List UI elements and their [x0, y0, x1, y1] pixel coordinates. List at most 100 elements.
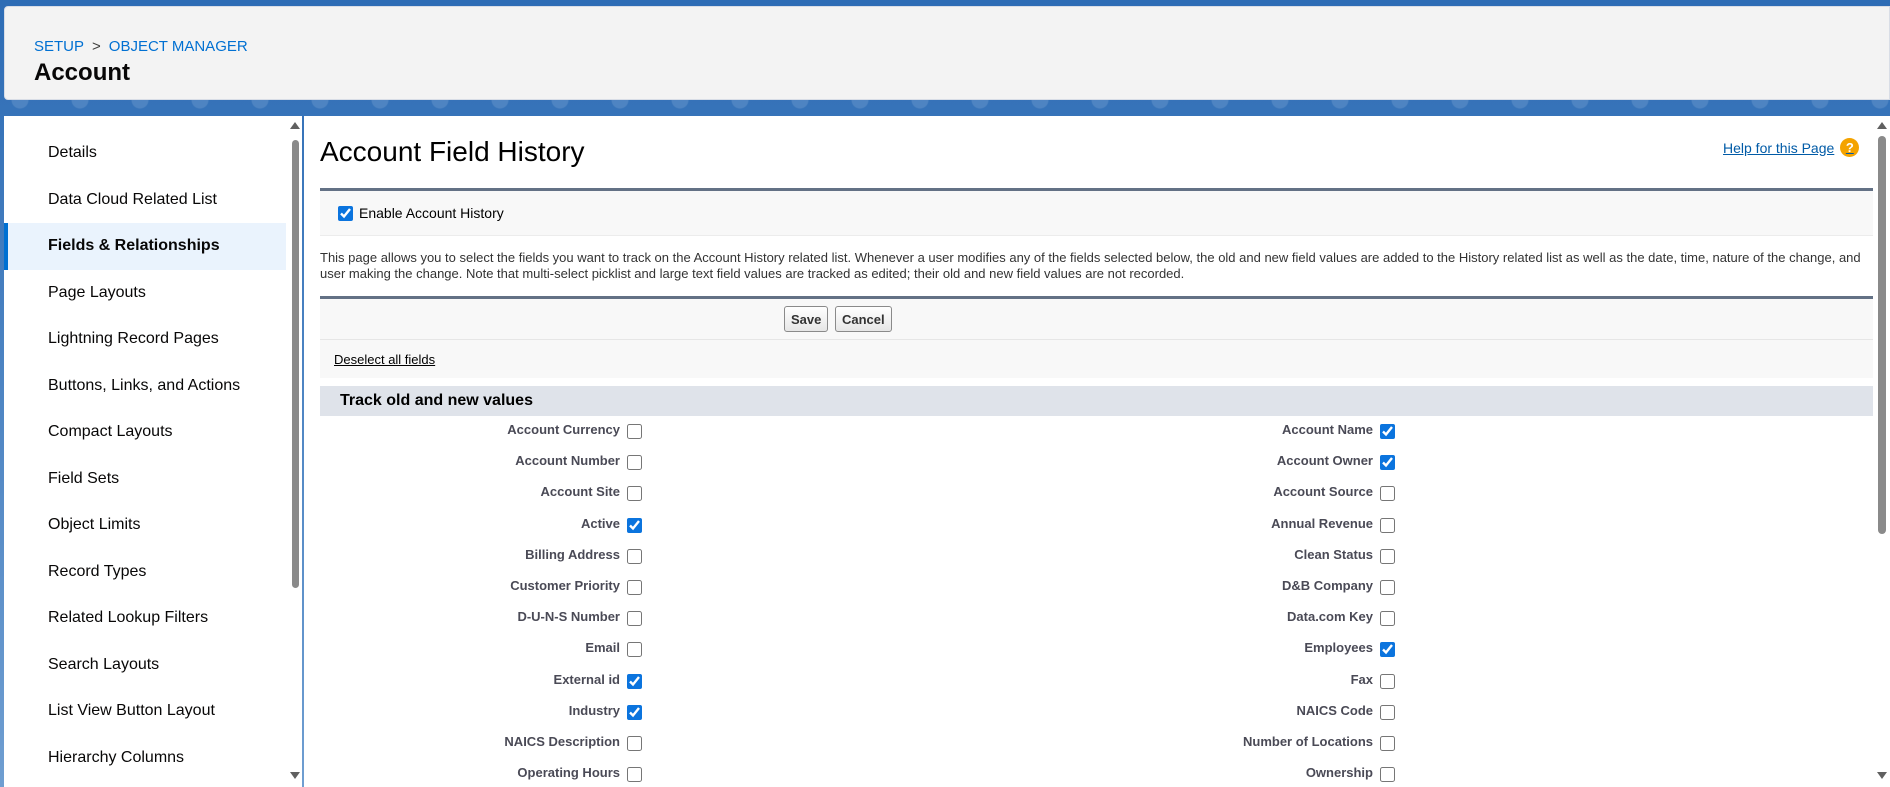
- field-label: Account Number: [515, 453, 620, 469]
- cancel-button[interactable]: Cancel: [835, 306, 892, 332]
- field-track-checkbox[interactable]: [627, 611, 642, 627]
- object-header: SETUP > OBJECT MANAGER Account: [4, 6, 1890, 100]
- field-track-checkbox[interactable]: [1380, 548, 1395, 564]
- sidebar-item-list-view-button-layout[interactable]: List View Button Layout: [4, 688, 286, 735]
- sidebar-item-label: Related Lookup Filters: [48, 609, 209, 627]
- field-row: Industry NAICS Code: [320, 701, 1873, 732]
- field-label: Industry: [568, 702, 620, 718]
- sidebar-item-label: Record Types: [48, 562, 147, 580]
- sidebar-item-data-cloud-related-list[interactable]: Data Cloud Related List: [4, 177, 286, 224]
- sidebar-item-related-lookup-filters[interactable]: Related Lookup Filters: [4, 595, 286, 642]
- sidebar-scrollbar[interactable]: [288, 116, 302, 787]
- scroll-down-icon[interactable]: [290, 772, 300, 779]
- field-track-checkbox[interactable]: [1380, 455, 1395, 471]
- field-label: External id: [553, 671, 620, 687]
- sidebar-item-label: Search Layouts: [48, 655, 160, 673]
- field-track-checkbox[interactable]: [1380, 735, 1395, 751]
- field-label: Account Name: [1281, 422, 1373, 437]
- field-track-checkbox[interactable]: [627, 767, 642, 783]
- breadcrumb-separator: >: [92, 38, 101, 55]
- scroll-thumb[interactable]: [1878, 136, 1886, 534]
- sidebar-item-lightning-record-pages[interactable]: Lightning Record Pages: [4, 316, 286, 363]
- field-label: Account Owner: [1276, 453, 1373, 469]
- field-label: Account Currency: [507, 422, 620, 437]
- field-track-checkbox[interactable]: [627, 642, 642, 658]
- save-button[interactable]: Save: [784, 306, 829, 332]
- description-text: This page allows you to select the field…: [320, 250, 1861, 281]
- field-label: Account Source: [1273, 484, 1373, 500]
- sidebar-nav: Details Data Cloud Related List Fields & R…: [4, 130, 286, 781]
- deselect-all-link[interactable]: Deselect all fields: [334, 352, 435, 367]
- field-track-checkbox[interactable]: [627, 704, 642, 720]
- enable-history-label: Enable Account History: [359, 205, 504, 221]
- field-label: Account Site: [540, 484, 620, 500]
- sidebar-item-page-layouts[interactable]: Page Layouts: [4, 270, 286, 317]
- field-label: NAICS Description: [504, 733, 620, 749]
- main-scrollbar[interactable]: [1874, 116, 1890, 787]
- field-row: Account Currency Account Name: [320, 420, 1873, 451]
- sidebar-item-field-sets[interactable]: Field Sets: [4, 456, 286, 503]
- field-row: Email Employees: [320, 638, 1873, 669]
- field-track-checkbox[interactable]: [627, 673, 642, 689]
- field-track-checkbox[interactable]: [627, 579, 642, 595]
- help-icon: ?: [1840, 138, 1860, 157]
- field-track-checkbox[interactable]: [627, 486, 642, 502]
- scroll-up-icon[interactable]: [1877, 122, 1887, 129]
- field-row: Account Number Account Owner: [320, 451, 1873, 482]
- field-row: Active Annual Revenue: [320, 514, 1873, 545]
- sidebar-item-label: Compact Layouts: [48, 423, 173, 441]
- field-track-checkbox[interactable]: [1380, 704, 1395, 720]
- field-row: NAICS Description Number of Locations: [320, 732, 1873, 763]
- sidebar-item-search-layouts[interactable]: Search Layouts: [4, 642, 286, 689]
- breadcrumb-setup[interactable]: SETUP: [34, 38, 84, 55]
- breadcrumb-object-manager[interactable]: OBJECT MANAGER: [109, 38, 248, 55]
- enable-history-checkbox[interactable]: [338, 205, 353, 221]
- field-label: Email: [585, 640, 620, 656]
- field-track-checkbox[interactable]: [1380, 424, 1395, 439]
- field-track-checkbox[interactable]: [1380, 579, 1395, 595]
- field-track-checkbox[interactable]: [1380, 767, 1395, 783]
- help-link[interactable]: Help for this Page ?: [1723, 138, 1860, 157]
- field-row: Account Site Account Source: [320, 482, 1873, 513]
- sidebar-item-label: Lightning Record Pages: [48, 330, 219, 348]
- sidebar-item-buttons-links-and-actions[interactable]: Buttons, Links, and Actions: [4, 363, 286, 410]
- main-content: Account Field History Help for this Page…: [304, 116, 1890, 787]
- field-track-checkbox[interactable]: [1380, 486, 1395, 502]
- sidebar-item-label: Buttons, Links, and Actions: [48, 376, 241, 394]
- field-track-checkbox[interactable]: [1380, 673, 1395, 689]
- sidebar-item-fields-relationships[interactable]: Fields & Relationships: [4, 223, 286, 270]
- sidebar-item-label: Fields & Relationships: [48, 237, 220, 255]
- field-track-checkbox[interactable]: [627, 517, 642, 533]
- scroll-up-icon[interactable]: [290, 122, 300, 129]
- field-label: Number of Locations: [1242, 733, 1373, 749]
- enable-history-panel: Enable Account History: [320, 188, 1873, 236]
- scroll-down-icon[interactable]: [1877, 772, 1887, 779]
- button-bar: Save Cancel: [320, 296, 1873, 340]
- field-row: Operating Hours Ownership: [320, 763, 1873, 787]
- scroll-thumb[interactable]: [292, 140, 299, 588]
- sidebar-item-hierarchy-columns[interactable]: Hierarchy Columns: [4, 735, 286, 782]
- field-track-checkbox[interactable]: [1380, 611, 1395, 627]
- field-track-checkbox[interactable]: [627, 424, 642, 439]
- field-label: Customer Priority: [510, 577, 620, 593]
- sidebar-item-record-types[interactable]: Record Types: [4, 549, 286, 596]
- field-label: Operating Hours: [517, 765, 620, 781]
- field-track-checkbox[interactable]: [1380, 642, 1395, 658]
- sidebar-item-compact-layouts[interactable]: Compact Layouts: [4, 409, 286, 456]
- field-track-checkbox[interactable]: [1380, 517, 1395, 533]
- page-title: Account: [34, 59, 130, 86]
- sidebar-item-details[interactable]: Details: [4, 130, 286, 177]
- field-label: Active: [580, 515, 620, 531]
- field-label: D&B Company: [1281, 577, 1373, 593]
- field-label: Billing Address: [525, 546, 620, 562]
- field-row: External id Fax: [320, 670, 1873, 701]
- field-row: D-U-N-S Number Data.com Key: [320, 607, 1873, 638]
- field-history-title: Account Field History: [320, 136, 585, 167]
- field-track-checkbox[interactable]: [627, 735, 642, 751]
- sidebar-item-object-limits[interactable]: Object Limits: [4, 502, 286, 549]
- sidebar-item-label: Details: [48, 144, 97, 162]
- field-track-checkbox[interactable]: [627, 548, 642, 564]
- field-track-checkbox[interactable]: [627, 455, 642, 471]
- sidebar-item-label: List View Button Layout: [48, 702, 215, 720]
- sidebar-item-label: Page Layouts: [48, 283, 146, 301]
